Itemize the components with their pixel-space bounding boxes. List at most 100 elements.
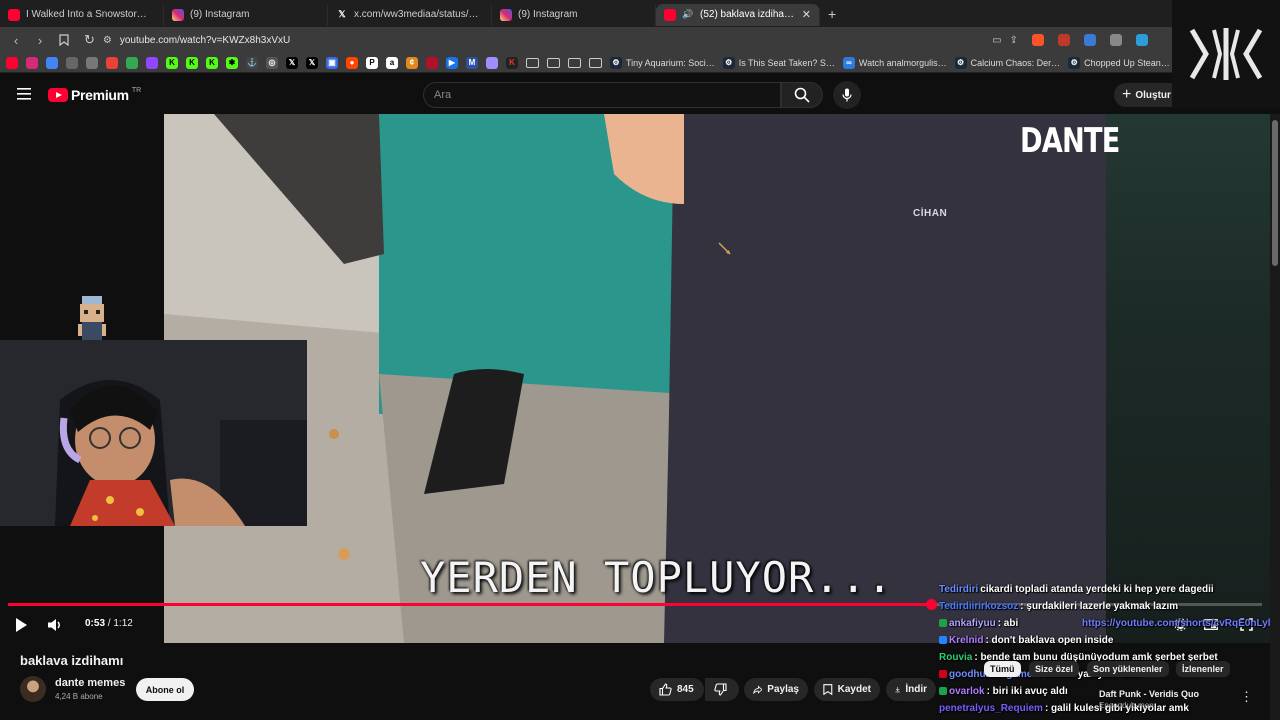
tab-4-active[interactable]: 🔊 (52) baklava izdihamı - YouTu ✕ bbox=[656, 3, 820, 26]
folder-icon[interactable] bbox=[547, 57, 560, 68]
youtube-premium-logo[interactable]: Premium TR bbox=[48, 87, 141, 103]
youtube-bookmark-icon[interactable] bbox=[6, 56, 18, 69]
reload-icon[interactable]: ↻ bbox=[84, 32, 95, 48]
bookmark-label: Watch analmorgulis… bbox=[858, 57, 947, 68]
globe-bookmark-icon[interactable] bbox=[66, 56, 78, 69]
forward-icon[interactable]: › bbox=[30, 30, 50, 50]
chat-username[interactable]: Krelnid bbox=[949, 635, 983, 646]
menu-icon[interactable] bbox=[17, 88, 31, 100]
x-bookmark-icon[interactable]: 𝕏 bbox=[306, 56, 318, 69]
right-backdrop bbox=[1106, 114, 1270, 643]
folder-icon[interactable] bbox=[568, 57, 581, 68]
folder-icon[interactable] bbox=[589, 57, 602, 68]
chat-username[interactable]: ankafiyuu bbox=[949, 618, 996, 629]
tab-2[interactable]: 𝕏 x.com/ww3mediaa/status/204877423 bbox=[328, 3, 492, 26]
recommended-video[interactable]: Daft Punk - Veridis Quo Epeepdub-mon bbox=[1099, 688, 1229, 712]
tab-3[interactable]: (9) Instagram bbox=[492, 3, 656, 26]
site-info-icon[interactable]: ⚙ bbox=[103, 35, 112, 46]
chip-all[interactable]: Tümü bbox=[984, 661, 1021, 677]
bookmark-page-icon[interactable] bbox=[54, 30, 74, 50]
play-bookmark-icon[interactable]: ▶ bbox=[446, 56, 458, 69]
save-label: Kaydet bbox=[837, 684, 871, 695]
discord-bookmark-icon[interactable]: ◎ bbox=[266, 56, 278, 69]
mal-bookmark-icon[interactable]: M bbox=[466, 56, 478, 69]
tab-0[interactable]: I Walked Into a Snowstorm With No bbox=[0, 3, 164, 26]
close-tab-icon[interactable]: ✕ bbox=[802, 8, 811, 21]
bookmark-label: Calcium Chaos: Der… bbox=[970, 57, 1061, 68]
new-tab-button[interactable]: + bbox=[820, 6, 844, 22]
bookmark-calcium-chaos[interactable]: ⚙ Calcium Chaos: Der… bbox=[954, 56, 1061, 69]
drive-bookmark-icon[interactable] bbox=[126, 56, 138, 69]
globe-bookmark-icon[interactable] bbox=[86, 56, 98, 69]
share-icon[interactable]: ⇪ bbox=[1010, 35, 1018, 46]
cast-icon[interactable]: ▭ bbox=[992, 35, 1001, 46]
chat-username[interactable]: Tedirdiirirkozsoz bbox=[939, 601, 1018, 612]
subscribe-button[interactable]: Abone ol bbox=[136, 678, 194, 701]
scrollbar-thumb[interactable] bbox=[1272, 120, 1278, 266]
chat-link[interactable]: https://youtube.com/shorts/cvRqE0nLyl bbox=[1082, 618, 1270, 629]
kick-bookmark-icon[interactable]: K bbox=[206, 56, 218, 69]
search-input[interactable]: Ara bbox=[423, 82, 781, 108]
twitch-bookmark-icon[interactable] bbox=[146, 56, 158, 69]
bookmark-chopped-up[interactable]: ⚙ Chopped Up Stean… bbox=[1068, 56, 1170, 69]
gmail-bookmark-icon[interactable] bbox=[106, 56, 118, 69]
extension-icon[interactable] bbox=[1058, 34, 1070, 46]
chat-badge-icon bbox=[939, 687, 947, 695]
chat-username[interactable]: Tedirdiri bbox=[939, 584, 978, 595]
bookmark-seat-taken[interactable]: ⚙ Is This Seat Taken? S… bbox=[722, 56, 835, 69]
circle-bookmark-icon[interactable] bbox=[486, 56, 498, 69]
instagram-bookmark-icon[interactable] bbox=[26, 56, 38, 69]
extension-icon[interactable] bbox=[1110, 34, 1122, 46]
tab-title: (9) Instagram bbox=[518, 9, 578, 20]
like-button[interactable]: 845 bbox=[650, 678, 704, 701]
video-watermark: DANTE bbox=[1020, 121, 1120, 161]
chat-username[interactable]: ovarlok bbox=[949, 686, 985, 697]
k-bookmark-icon[interactable]: K bbox=[506, 56, 518, 69]
play-button[interactable] bbox=[12, 616, 30, 634]
bookmark-watch[interactable]: ∞ Watch analmorgulis… bbox=[842, 56, 947, 69]
youtube-favicon-icon bbox=[664, 8, 676, 21]
translate-bookmark-icon[interactable] bbox=[46, 56, 58, 69]
download-button[interactable]: İndir bbox=[886, 678, 936, 701]
volume-button[interactable] bbox=[46, 616, 64, 634]
chat-message: ovarlok: biri iki avuç aldı bbox=[939, 686, 1068, 697]
back-icon[interactable]: ‹ bbox=[6, 30, 26, 50]
reddit-bookmark-icon[interactable]: ● bbox=[346, 56, 358, 69]
brave-shield-icon[interactable] bbox=[1032, 34, 1044, 46]
chat-username[interactable]: Rouvia bbox=[939, 652, 972, 663]
voice-search-button[interactable] bbox=[833, 81, 861, 109]
address-bar[interactable]: ↻ ⚙ youtube.com/watch?v=KWZx8h3xVxU ▭ ⇪ bbox=[78, 30, 1148, 50]
kick-bookmark-icon[interactable]: K bbox=[186, 56, 198, 69]
speaker-icon[interactable]: 🔊 bbox=[682, 9, 694, 21]
anchor-bookmark-icon[interactable]: ⚓ bbox=[246, 56, 258, 69]
amazon-bookmark-icon[interactable]: a bbox=[386, 56, 398, 69]
chat-username[interactable]: penetralyus_Requiem bbox=[939, 703, 1043, 714]
share-arrow-icon bbox=[753, 685, 763, 694]
kick-bookmark-icon[interactable]: K bbox=[166, 56, 178, 69]
star-bookmark-icon[interactable]: ✱ bbox=[226, 56, 238, 69]
channel-avatar[interactable] bbox=[20, 676, 46, 702]
save-button[interactable]: Kaydet bbox=[814, 678, 880, 701]
bookmark-tiny-aquarium[interactable]: ⚙ Tiny Aquarium: Soci… bbox=[610, 56, 715, 69]
extension-icon[interactable] bbox=[1084, 34, 1096, 46]
tab-title: I Walked Into a Snowstorm With No bbox=[26, 9, 155, 20]
x-bookmark-icon[interactable]: 𝕏 bbox=[286, 56, 298, 69]
chip-for-you[interactable]: Size özel bbox=[1029, 661, 1080, 677]
streamer-logo bbox=[1172, 0, 1280, 108]
url-text[interactable]: youtube.com/watch?v=KWZx8h3xVxU bbox=[120, 35, 984, 46]
tab-1[interactable]: (9) Instagram bbox=[164, 3, 328, 26]
share-button[interactable]: Paylaş bbox=[744, 678, 808, 701]
red-bookmark-icon[interactable] bbox=[426, 56, 438, 69]
folder-icon[interactable] bbox=[526, 57, 539, 68]
p-bookmark-icon[interactable]: P bbox=[366, 56, 378, 69]
roblox-bookmark-icon[interactable]: ▣ bbox=[326, 56, 338, 69]
coin-bookmark-icon[interactable]: ¢ bbox=[406, 56, 418, 69]
dislike-button[interactable] bbox=[705, 678, 739, 701]
current-time: 0:53 bbox=[85, 618, 106, 629]
channel-name[interactable]: dante memes bbox=[55, 677, 125, 689]
chip-watched[interactable]: İzlenenler bbox=[1176, 661, 1230, 677]
more-options-icon[interactable]: ⋮ bbox=[1240, 689, 1253, 705]
chip-recent[interactable]: Son yüklenenler bbox=[1087, 661, 1169, 677]
extension-icon[interactable] bbox=[1136, 34, 1148, 46]
search-button[interactable] bbox=[781, 82, 823, 108]
